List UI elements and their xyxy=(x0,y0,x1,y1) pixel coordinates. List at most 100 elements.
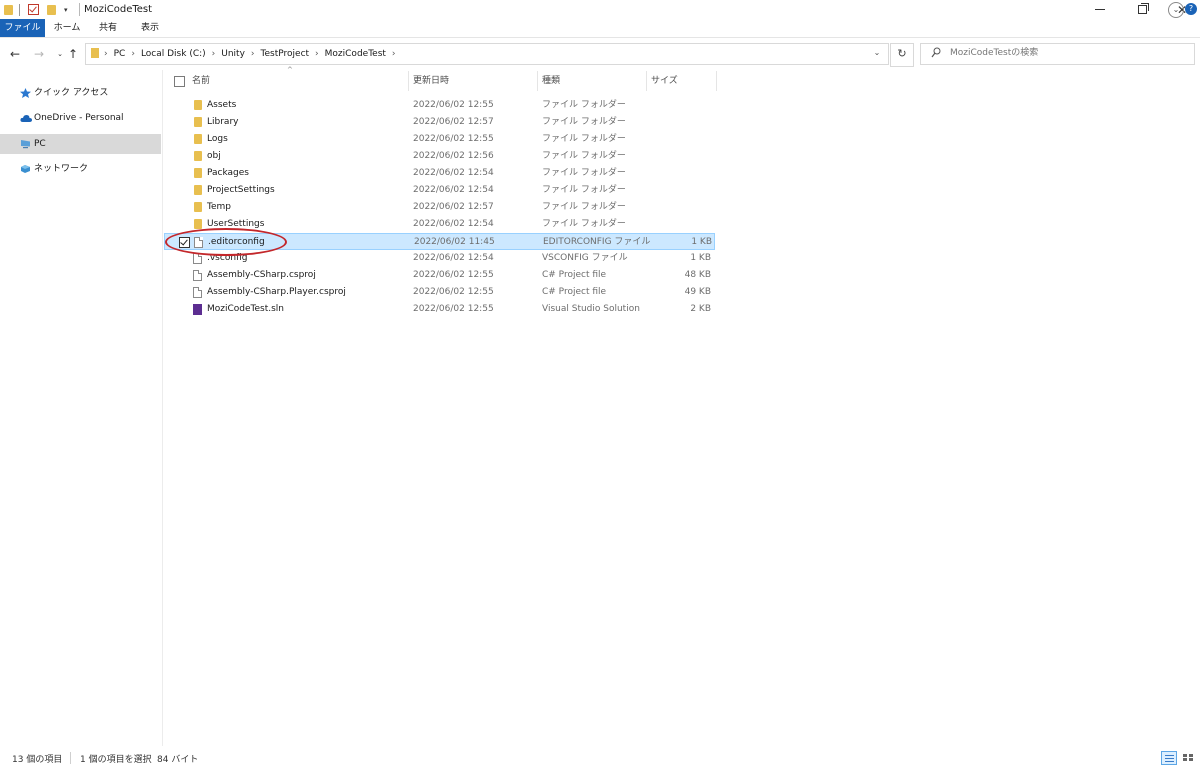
file-name: obj xyxy=(207,151,221,161)
item-count: 13 個の項目 xyxy=(12,755,63,765)
folder-icon xyxy=(194,185,202,195)
tab-share[interactable]: 共有 xyxy=(96,19,120,37)
computer-icon xyxy=(21,140,30,149)
sidebar-item-onedrive[interactable]: OneDrive - Personal xyxy=(0,108,161,128)
file-icon xyxy=(193,270,202,281)
recent-locations-button[interactable]: ⌄ xyxy=(53,46,67,62)
file-size: 48 KB xyxy=(684,270,711,280)
navigation-pane: クイック アクセス OneDrive - Personal PC ネットワーク xyxy=(0,70,163,746)
up-button[interactable]: ↑ xyxy=(66,46,80,62)
file-name: Library xyxy=(207,117,239,127)
table-row[interactable]: MoziCodeTest.sln 2022/06/02 12:55 Visual S… xyxy=(164,301,715,318)
file-name: .vsconfig xyxy=(207,253,248,263)
search-icon xyxy=(931,47,941,58)
restore-button[interactable] xyxy=(1122,0,1162,19)
sidebar-item-pc[interactable]: PC xyxy=(0,134,161,154)
breadcrumb-pc[interactable]: PC xyxy=(114,43,126,65)
breadcrumb-separator[interactable]: › xyxy=(212,43,216,65)
column-divider[interactable] xyxy=(716,71,717,91)
table-row[interactable]: Packages 2022/06/02 12:54 ファイル フォルダー xyxy=(164,165,715,182)
sidebar-item-network[interactable]: ネットワーク xyxy=(0,159,161,179)
table-row[interactable]: UserSettings 2022/06/02 12:54 ファイル フォルダー xyxy=(164,216,715,233)
column-divider[interactable] xyxy=(408,71,409,91)
breadcrumb-separator[interactable]: › xyxy=(104,43,108,65)
forward-button[interactable]: → xyxy=(32,46,46,62)
details-view-button[interactable] xyxy=(1161,751,1177,765)
column-header-date[interactable]: 更新日時 xyxy=(413,71,449,91)
column-divider[interactable] xyxy=(646,71,647,91)
customize-toolbar-button[interactable]: ▾ xyxy=(64,6,68,14)
folder-icon xyxy=(91,48,99,58)
search-input[interactable] xyxy=(950,44,1190,62)
tab-home[interactable]: ホーム xyxy=(53,19,81,37)
tab-view[interactable]: 表示 xyxy=(138,19,162,37)
table-row[interactable]: Temp 2022/06/02 12:57 ファイル フォルダー xyxy=(164,199,715,216)
cloud-icon xyxy=(20,115,32,122)
column-header-type[interactable]: 種類 xyxy=(542,71,560,91)
status-divider xyxy=(70,752,71,764)
folder-icon xyxy=(194,168,202,178)
file-icon xyxy=(194,237,203,248)
sidebar-item-label: クイック アクセス xyxy=(34,88,109,98)
file-size xyxy=(638,165,711,182)
file-date: 2022/06/02 12:54 xyxy=(413,185,494,195)
table-row[interactable]: .editorconfig 2022/06/02 11:45 EDITORCONFI… xyxy=(164,233,715,250)
column-divider[interactable] xyxy=(537,71,538,91)
breadcrumb-unity[interactable]: Unity xyxy=(221,43,245,65)
column-header-size[interactable]: サイズ xyxy=(651,71,678,91)
file-type: ファイル フォルダー xyxy=(542,134,626,144)
address-dropdown-button[interactable]: ⌄ xyxy=(870,45,884,61)
file-name: Packages xyxy=(207,168,249,178)
breadcrumb-separator[interactable]: › xyxy=(251,43,255,65)
file-name: Assembly-CSharp.csproj xyxy=(207,270,316,280)
selection-count: 1 個の項目を選択 xyxy=(80,755,152,765)
table-row[interactable]: Library 2022/06/02 12:57 ファイル フォルダー xyxy=(164,114,715,131)
file-size: 49 KB xyxy=(684,287,711,297)
breadcrumb-separator[interactable]: › xyxy=(131,43,135,65)
row-checkbox[interactable] xyxy=(179,237,190,248)
table-row[interactable]: Logs 2022/06/02 12:55 ファイル フォルダー xyxy=(164,131,715,148)
column-header-name[interactable]: 名前 xyxy=(192,71,210,91)
table-row[interactable]: .vsconfig 2022/06/02 12:54 VSCONFIG ファイル 1 … xyxy=(164,250,715,267)
breadcrumb-testproject[interactable]: TestProject xyxy=(261,43,310,65)
file-date: 2022/06/02 12:57 xyxy=(413,117,494,127)
table-row[interactable]: Assets 2022/06/02 12:55 ファイル フォルダー xyxy=(164,97,715,114)
large-icons-view-button[interactable] xyxy=(1181,751,1197,765)
table-row[interactable]: Assembly-CSharp.csproj 2022/06/02 12:55 C#… xyxy=(164,267,715,284)
file-name: Temp xyxy=(207,202,231,212)
file-type: ファイル フォルダー xyxy=(542,100,626,110)
sidebar-item-quick-access[interactable]: クイック アクセス xyxy=(0,83,161,103)
breadcrumb-mozicodetest[interactable]: MoziCodeTest xyxy=(325,43,386,65)
minimize-button[interactable] xyxy=(1080,0,1120,19)
selection-size: 84 バイト xyxy=(157,755,199,765)
breadcrumb-local-disk[interactable]: Local Disk (C:) xyxy=(141,43,206,65)
refresh-button[interactable]: ↻ xyxy=(890,43,914,67)
file-size: 1 KB xyxy=(690,253,711,263)
back-button[interactable]: ← xyxy=(8,46,22,62)
file-size xyxy=(638,182,711,199)
table-row[interactable]: obj 2022/06/02 12:56 ファイル フォルダー xyxy=(164,148,715,165)
title-bar xyxy=(0,0,1200,19)
file-type: VSCONFIG ファイル xyxy=(542,253,628,263)
tab-file[interactable]: ファイル xyxy=(0,19,45,37)
folder-icon xyxy=(194,219,202,229)
help-icon[interactable]: ? xyxy=(1185,3,1197,15)
file-size: 1 KB xyxy=(691,237,712,247)
file-size xyxy=(638,199,711,216)
file-name: Assembly-CSharp.Player.csproj xyxy=(207,287,346,297)
expand-ribbon-button[interactable]: ⌄ xyxy=(1168,2,1184,18)
file-size xyxy=(638,216,711,233)
breadcrumb-separator[interactable]: › xyxy=(392,43,396,65)
new-folder-icon[interactable] xyxy=(47,4,56,15)
file-date: 2022/06/02 12:55 xyxy=(413,134,494,144)
restore-icon xyxy=(1137,3,1149,14)
properties-icon[interactable] xyxy=(28,4,39,15)
folder-icon xyxy=(194,100,202,110)
file-name: MoziCodeTest.sln xyxy=(207,304,285,314)
breadcrumb-separator[interactable]: › xyxy=(315,43,319,65)
file-name: Assets xyxy=(207,100,237,110)
table-row[interactable]: Assembly-CSharp.Player.csproj 2022/06/02 … xyxy=(164,284,715,301)
toolbar-divider xyxy=(19,3,20,16)
table-row[interactable]: ProjectSettings 2022/06/02 12:54 ファイル フォルダ… xyxy=(164,182,715,199)
breadcrumb: › PC › Local Disk (C:) › Unity › TestPro… xyxy=(104,43,402,65)
